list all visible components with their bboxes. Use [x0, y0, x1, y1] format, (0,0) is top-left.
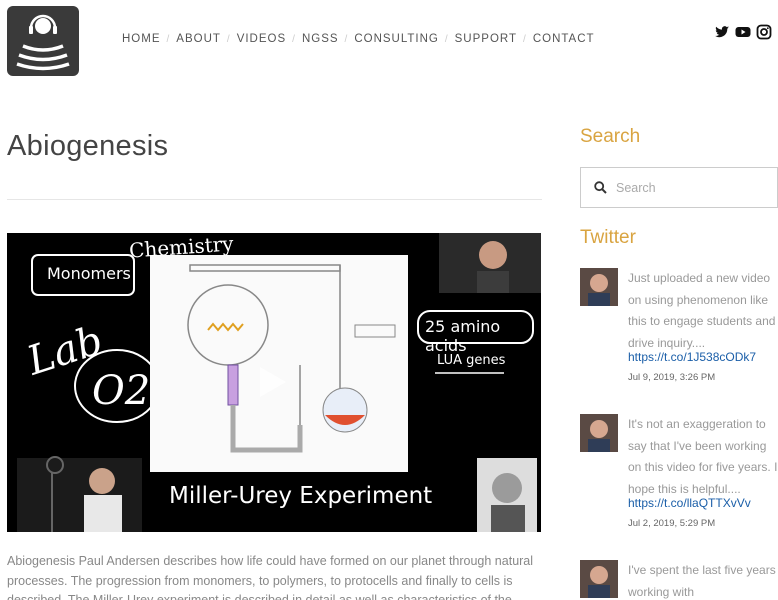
instagram-icon[interactable] [756, 24, 772, 40]
video-text-amino-acids: 25 amino acids [425, 317, 501, 355]
tweet-date: Jul 2, 2019, 5:29 PM [628, 518, 716, 529]
youtube-icon[interactable] [735, 24, 751, 40]
nav-ngss[interactable]: NGSS [302, 33, 339, 45]
search-icon [594, 181, 607, 194]
title-divider [7, 199, 542, 200]
video-caption: Miller-Urey Experiment [169, 483, 433, 509]
video-description: Abiogenesis Paul Andersen describes how … [7, 554, 534, 600]
twitter-heading: Twitter [580, 227, 636, 248]
tweet-link[interactable]: https://t.co/llaQTTXvVv [628, 496, 751, 510]
tweet-avatar[interactable] [580, 414, 618, 452]
search-heading: Search [580, 126, 641, 147]
nav-separator: / [523, 33, 527, 45]
nav-support[interactable]: SUPPORT [455, 33, 517, 45]
tweet-date: Jul 9, 2019, 3:26 PM [628, 372, 716, 383]
tweet-text: Just uploaded a new video on using pheno… [628, 271, 776, 350]
nav-home[interactable]: HOME [122, 33, 161, 45]
video-text-o2: O2 [92, 368, 151, 414]
tweet-link[interactable]: https://t.co/1J538cODk7 [628, 350, 756, 364]
twitter-icon[interactable] [714, 24, 730, 40]
nav-contact[interactable]: CONTACT [533, 33, 595, 45]
search-field[interactable] [580, 167, 778, 208]
tweet-avatar[interactable] [580, 268, 618, 306]
nav-separator: / [166, 33, 171, 45]
nav-separator: / [226, 33, 231, 45]
video-text-monomers: Monomers [47, 264, 131, 283]
nav-separator: / [344, 33, 349, 45]
nav-consulting[interactable]: CONSULTING [354, 33, 439, 45]
nav-videos[interactable]: VIDEOS [237, 33, 286, 45]
nav-separator: / [292, 33, 296, 45]
site-logo[interactable] [7, 6, 79, 76]
social-links [714, 24, 772, 40]
nav-about[interactable]: ABOUT [176, 33, 221, 45]
nav-separator: / [444, 33, 449, 45]
tweet-text: I've spent the last five years working w… [628, 563, 776, 599]
play-icon[interactable] [256, 365, 288, 399]
video-player[interactable]: Chemistry Monomers Lab O2 25 amino acids… [7, 233, 541, 532]
miller-urey-diagram [150, 255, 408, 472]
main-nav: HOME / ABOUT / VIDEOS / NGSS / CONSULTIN… [122, 33, 595, 45]
search-input[interactable] [616, 180, 766, 195]
tweet-text: It's not an exaggeration to say that I'v… [628, 417, 778, 496]
tweet-avatar[interactable] [580, 560, 618, 598]
video-text-lua-genes: LUA genes [437, 353, 506, 368]
page-title: Abiogenesis [7, 130, 169, 162]
